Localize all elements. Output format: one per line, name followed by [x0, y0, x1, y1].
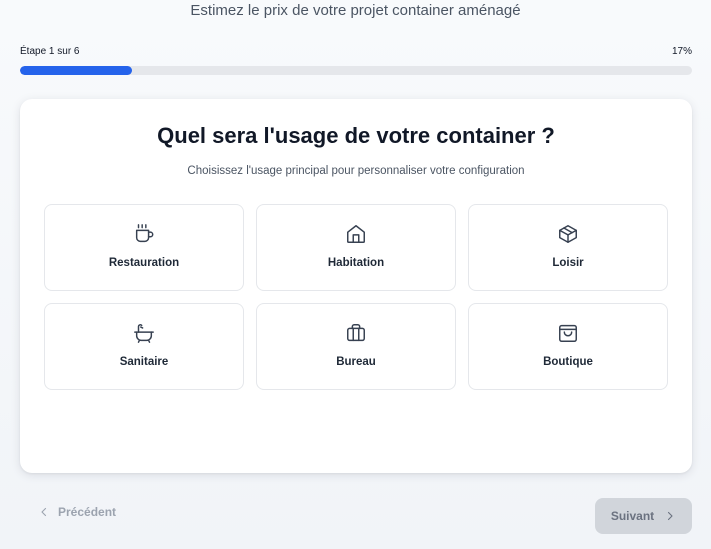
option-label: Loisir	[552, 257, 584, 269]
page-title: Estimez le prix de votre projet containe…	[190, 2, 521, 19]
chevron-right-icon	[668, 511, 673, 521]
option-boutique[interactable]: Boutique	[468, 303, 668, 390]
option-sanitaire[interactable]: Sanitaire	[44, 303, 244, 390]
house-icon	[347, 225, 365, 243]
bathtub-icon	[134, 324, 154, 343]
question-subtitle: Choisissez l'usage principal pour person…	[187, 165, 525, 177]
progress-percent-label: 17%	[671, 46, 692, 57]
usage-card: Quel sera l'usage de votre container ? C…	[20, 99, 692, 473]
shopping-bag-icon	[559, 324, 577, 342]
option-label: Sanitaire	[119, 356, 169, 368]
usage-options-grid: Restauration Habitation Loisir Sanitaire…	[44, 204, 668, 390]
coffee-cup-icon	[135, 224, 154, 243]
option-habitation[interactable]: Habitation	[256, 204, 456, 291]
progress-bar-fill	[20, 66, 133, 75]
option-bureau[interactable]: Bureau	[256, 303, 456, 390]
previous-button[interactable]: Précédent	[38, 505, 116, 519]
previous-button-label: Précédent	[58, 505, 117, 519]
option-label: Restauration	[108, 257, 180, 269]
chevron-left-icon	[41, 507, 47, 517]
box-icon	[559, 225, 577, 243]
progress-meta: Étape 1 sur 6 17%	[20, 46, 692, 57]
briefcase-icon	[347, 324, 365, 342]
option-label: Habitation	[327, 257, 385, 269]
option-loisir[interactable]: Loisir	[468, 204, 668, 291]
progress-step-label: Étape 1 sur 6	[20, 46, 80, 57]
question-title: Quel sera l'usage de votre container ?	[157, 123, 555, 148]
option-restauration[interactable]: Restauration	[44, 204, 244, 291]
next-button-label: Suivant	[610, 509, 655, 523]
progress-bar	[20, 66, 692, 75]
option-label: Bureau	[336, 356, 376, 368]
next-button[interactable]: Suivant	[595, 498, 692, 534]
option-label: Boutique	[543, 356, 593, 368]
